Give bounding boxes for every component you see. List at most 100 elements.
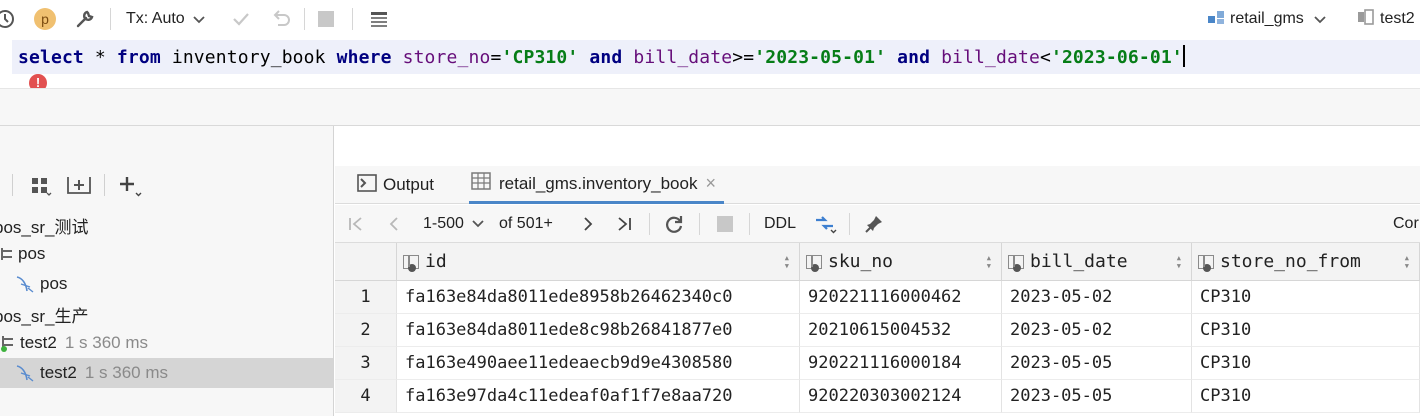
group-by-icon[interactable] [30,175,52,201]
add-icon[interactable] [118,174,144,202]
sort-icon[interactable]: ▲ ▼ [1177,254,1181,270]
table-cell[interactable]: 920221116000462 [800,281,1002,314]
column-icon [1008,254,1024,272]
row-number[interactable]: 2 [335,314,397,347]
last-page-icon[interactable] [615,213,633,235]
sql-token: = [490,47,502,68]
sql-editor[interactable]: select * from inventory_book where store… [0,38,1420,92]
sql-token: select [18,47,84,68]
refresh-icon[interactable] [663,213,685,235]
rollback-icon[interactable] [270,8,292,30]
sql-statement[interactable]: select * from inventory_book where store… [18,45,1185,68]
schema-icon [0,246,14,262]
row-number[interactable]: 4 [335,380,397,413]
sql-token: * [83,47,117,68]
first-page-icon[interactable] [347,213,365,235]
top-toolbar: p Tx: Auto retail_gms test2 [0,0,1420,38]
text-caret [1182,45,1185,67]
profile-avatar[interactable]: p [34,8,56,30]
tab-output-label: Output [383,175,435,194]
tree-item[interactable]: pos [0,269,333,299]
chevron-down-icon [1314,11,1326,28]
table-cell[interactable]: 2023-05-05 [1002,347,1192,380]
table-cell[interactable]: fa163e84da8011ede8c98b26841877e0 [397,314,800,347]
toolbar-divider [352,8,353,30]
table-cell[interactable]: CP310 [1192,380,1420,413]
toolbar-divider [849,213,850,235]
column-header-label: id [425,251,447,272]
table-cell[interactable]: 2023-05-02 [1002,314,1192,347]
column-header[interactable]: store_no_from ▲ ▼ [1192,243,1420,281]
table-cell[interactable]: fa163e97da4c11edeaf0af1f7e8aa720 [397,380,800,413]
toolbar-divider [749,213,750,235]
page-size-dropdown[interactable]: 1-500 [423,213,484,235]
table-cell[interactable]: 2023-05-05 [1002,380,1192,413]
previous-page-icon[interactable] [387,213,401,235]
services-panel: pos_sr_测试 pos pos pos_sr_生产 test2 1 s 360 ms t… [0,126,334,416]
table-cell[interactable]: CP310 [1192,281,1420,314]
results-view-icon[interactable] [368,8,390,30]
sort-icon[interactable]: ▲ ▼ [1405,254,1409,270]
row-number[interactable]: 3 [335,347,397,380]
compare-icon[interactable] [813,213,839,235]
schema-active-icon [0,334,16,352]
tab-inventory-book[interactable]: retail_gms.inventory_book × [469,166,724,204]
column-header-label: sku_no [828,251,894,272]
column-header[interactable]: bill_date ▲ ▼ [1002,243,1192,281]
toolbar-divider [649,213,650,235]
sort-icon[interactable]: ▲ ▼ [987,254,991,270]
toolbar-divider [104,174,105,196]
tree-item[interactable]: pos [0,239,333,269]
session-selector[interactable]: test2 [1356,8,1415,30]
row-count[interactable]: of 501+ [499,213,553,235]
table-cell[interactable]: 920221116000184 [800,347,1002,380]
transaction-mode-dropdown[interactable]: Tx: Auto [126,8,205,30]
row-number[interactable]: 1 [335,281,397,314]
column-icon [806,254,822,272]
database-icon [1206,7,1226,31]
table-cell[interactable]: 20210615004532 [800,314,1002,347]
sql-token: store_no [402,47,491,68]
sort-icon[interactable]: ▲ ▼ [785,254,789,270]
results-tabs: Output retail_gms.inventory_book × [335,166,1420,204]
ddl-button[interactable]: DDL [764,213,796,235]
table-cell[interactable]: CP310 [1192,347,1420,380]
table-cell[interactable]: 920220303002124 [800,380,1002,413]
results-table: id ▲ ▼ sku_no ▲ ▼ bill_date ▲ ▼ store_no_from ▲ ▼ 1 f… [335,243,1420,416]
stop-query-icon[interactable] [717,213,733,235]
wrench-icon[interactable] [74,8,96,30]
new-session-icon[interactable] [66,174,92,200]
table-cell[interactable]: CP310 [1192,314,1420,347]
tree-item[interactable]: test2 1 s 360 ms [0,328,333,358]
tree-item[interactable]: pos_sr_测试 [0,210,327,240]
grid-toolbar: 1-500 of 501+ DDL Cor [335,205,1420,243]
next-page-icon[interactable] [581,213,595,235]
editor-divider [0,88,1420,126]
close-icon[interactable]: × [705,173,716,194]
history-icon[interactable] [0,8,16,30]
pin-icon[interactable] [863,213,885,235]
datasource-selector[interactable]: retail_gms [1206,8,1326,30]
commit-icon[interactable] [230,8,252,30]
sql-token: 'CP310' [501,47,579,68]
sql-token: '2023-06-01' [1050,47,1183,68]
tree-item[interactable]: test2 1 s 360 ms [0,358,333,388]
column-header[interactable]: id ▲ ▼ [397,243,800,281]
sql-token: from [116,47,161,68]
table-cell[interactable]: fa163e84da8011ede8958b26462340c0 [397,281,800,314]
table-cell[interactable]: 2023-05-02 [1002,281,1192,314]
table-cell[interactable]: fa163e490aee11edeaecb9d9e4308580 [397,347,800,380]
compare-button[interactable]: Cor [1393,213,1419,235]
sql-token: < [1039,47,1051,68]
tab-inventory-book-label: retail_gms.inventory_book [499,173,698,193]
page-range: 1-500 [423,215,464,232]
tab-output[interactable]: Output [357,166,434,204]
tree-item[interactable]: pos_sr_生产 [0,299,327,329]
stop-icon[interactable] [318,8,334,30]
column-header[interactable]: sku_no ▲ ▼ [800,243,1002,281]
console-icon [14,363,36,383]
chevron-down-icon [193,11,205,28]
